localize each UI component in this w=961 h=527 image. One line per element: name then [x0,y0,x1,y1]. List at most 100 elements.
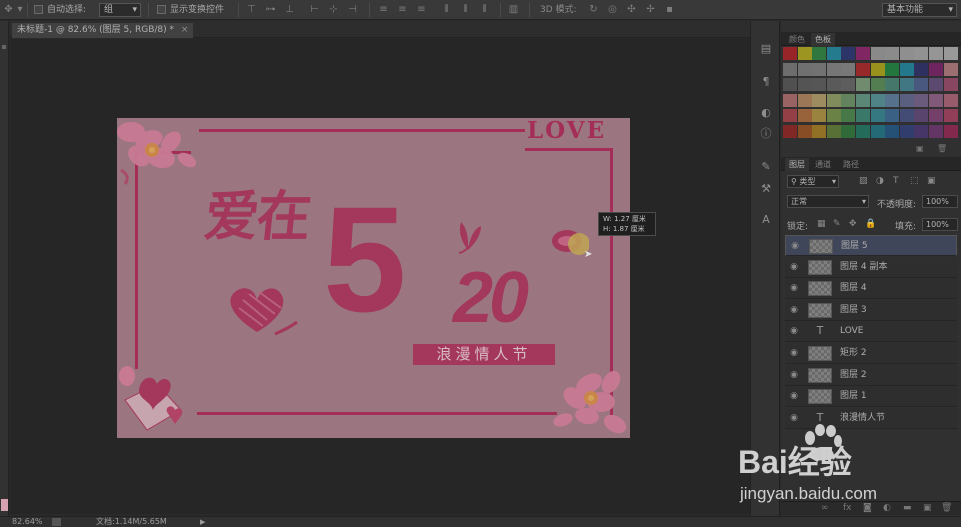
layer-row[interactable]: ◉ 图层 2 [785,364,957,386]
layer-row[interactable]: ◉ T LOVE [785,321,957,343]
visibility-eye-icon[interactable]: ◉ [789,283,799,293]
color-swatch[interactable] [929,93,943,107]
align-right-icon[interactable]: ⊣ [347,4,358,15]
info-icon[interactable]: ⓘ [760,128,772,140]
layer-row[interactable]: ◉ 图层 4 副本 [785,256,957,278]
visibility-eye-icon[interactable]: ◉ [789,305,799,315]
delete-layer-icon[interactable]: 🗑 [941,503,952,513]
color-swatch[interactable] [929,47,943,60]
color-swatch[interactable] [870,78,885,91]
visibility-eye-icon[interactable]: ◉ [789,413,799,423]
color-swatch[interactable] [943,78,958,91]
color-swatch[interactable] [856,47,870,60]
color-swatch[interactable] [885,62,900,76]
tab-swatches[interactable]: 色板 [811,33,835,46]
layer-filter-dropdown[interactable]: ⚲ 类型 ▾ [787,175,839,188]
blend-mode-dropdown[interactable]: 正常 ▾ [787,195,869,208]
visibility-eye-icon[interactable]: ◉ [789,391,799,401]
color-swatch[interactable] [885,109,900,122]
color-swatch[interactable] [783,124,797,138]
color-swatch[interactable] [856,93,870,107]
color-swatch[interactable] [899,47,914,60]
color-swatch[interactable] [870,47,885,60]
visibility-eye-icon[interactable]: ◉ [789,326,799,336]
color-swatch[interactable] [870,62,885,76]
color-swatch[interactable] [812,78,827,91]
color-swatch[interactable] [826,124,841,138]
filter-pixel-icon[interactable]: ▨ [859,176,868,186]
color-swatch[interactable] [943,62,958,76]
color-swatch[interactable] [812,109,827,122]
filter-smart-icon[interactable]: ▣ [927,176,936,186]
opacity-input[interactable]: 100% [922,195,958,208]
show-transform-checkbox[interactable] [157,5,166,14]
color-swatch[interactable] [812,93,827,107]
lock-transparent-icon[interactable]: ▦ [817,219,826,229]
workspace-dropdown[interactable]: 基本功能 ▾ [882,3,957,17]
distribute-top-icon[interactable]: ≡ [378,4,389,15]
layer-row[interactable]: ◉ 图层 5 [785,235,957,256]
tool-grip-icon[interactable] [2,45,6,49]
filter-shape-icon[interactable]: ⬚ [910,176,919,186]
move-tool-icon[interactable]: ✥ [3,4,14,15]
lock-position-icon[interactable]: ✥ [849,219,857,229]
color-swatch[interactable] [812,124,827,138]
tab-color[interactable]: 颜色 [785,33,809,46]
color-swatch[interactable] [797,78,812,91]
align-hcenter-icon[interactable]: ⊹ [328,4,339,15]
align-bottom-icon[interactable]: ⊥ [284,4,295,15]
tab-channels[interactable]: 通道 [811,158,835,171]
color-swatch[interactable] [841,47,856,60]
color-swatch[interactable] [856,62,870,76]
color-swatch[interactable] [783,47,797,60]
color-swatch[interactable] [826,62,841,76]
color-swatch[interactable] [885,124,900,138]
drag-3d-icon[interactable]: ✣ [626,4,637,15]
distribute-left-icon[interactable]: ⦀ [441,4,452,15]
color-swatch[interactable] [797,93,812,107]
color-swatch[interactable] [943,93,958,107]
character-icon[interactable]: A [760,214,772,226]
color-swatch[interactable] [841,93,856,107]
color-swatch[interactable] [783,78,797,91]
color-swatch[interactable] [812,62,827,76]
artwork-canvas[interactable]: LOVE 爱在 5 20 浪漫情人节 [117,118,630,438]
color-swatch[interactable] [929,109,943,122]
filter-type-icon[interactable]: T [893,176,899,186]
color-swatch[interactable] [929,124,943,138]
new-swatch-icon[interactable]: ▣ [916,144,924,153]
visibility-eye-icon[interactable]: ◉ [790,241,800,251]
lock-image-icon[interactable]: ✎ [833,219,841,229]
visibility-eye-icon[interactable]: ◉ [789,370,799,380]
tab-layers[interactable]: 图层 [785,158,809,171]
visibility-eye-icon[interactable]: ◉ [789,348,799,358]
color-swatch[interactable] [943,109,958,122]
lips-sticker[interactable] [549,226,589,256]
color-swatch[interactable] [856,78,870,91]
color-swatch[interactable] [841,124,856,138]
color-swatch[interactable] [783,93,797,107]
color-swatch[interactable] [929,62,943,76]
color-swatch[interactable] [870,124,885,138]
color-swatch[interactable] [812,47,827,60]
distribute-vcenter-icon[interactable]: ≡ [397,4,408,15]
auto-align-icon[interactable]: ▥ [508,4,519,15]
color-swatch[interactable] [885,93,900,107]
color-swatch[interactable] [870,93,885,107]
swatch-grid[interactable] [783,47,959,141]
document-tab[interactable]: 未标题-1 @ 82.6% (图层 5, RGB/8) * × [12,23,194,38]
color-swatch[interactable] [797,109,812,122]
tab-paths[interactable]: 路径 [839,158,863,171]
status-menu-arrow-icon[interactable]: ▶ [200,517,205,527]
slide-3d-icon[interactable]: ✢ [645,4,656,15]
delete-swatch-icon[interactable]: 🗑 [937,144,947,153]
fill-input[interactable]: 100% [922,218,958,231]
auto-select-dropdown[interactable]: 组 ▾ [99,3,141,17]
color-swatch[interactable] [914,62,929,76]
layer-row[interactable]: ◉ 矩形 2 [785,343,957,364]
color-swatch[interactable] [826,93,841,107]
filter-adjustment-icon[interactable]: ◑ [876,176,884,186]
color-swatch[interactable] [841,78,856,91]
color-swatch[interactable] [914,78,929,91]
color-swatch[interactable] [856,109,870,122]
